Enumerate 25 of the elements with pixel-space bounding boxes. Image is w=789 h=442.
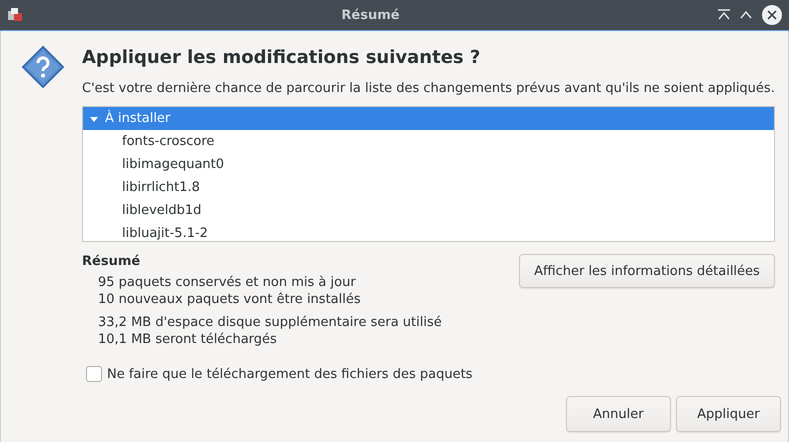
window-title: Résumé [340, 8, 401, 22]
checkbox[interactable] [86, 366, 102, 382]
dialog-button[interactable]: Annuler [566, 396, 671, 432]
package-item[interactable]: fonts-croscore [83, 130, 774, 153]
keep-above-icon[interactable] [717, 9, 731, 21]
dialog-description: C'est votre dernière chance de parcourir la liste des changements prévus avant qu'ils ne soient appliqués. [82, 81, 775, 96]
group-label: À installer [105, 111, 170, 126]
close-icon[interactable] [761, 4, 783, 26]
summary-line: 10,1 MB seront téléchargés [98, 331, 278, 348]
checkbox-label[interactable]: Ne faire que le téléchargement des fichiers des paquets [107, 366, 472, 382]
app-icon [6, 6, 24, 24]
package-item[interactable]: libimagequant0 [83, 153, 774, 176]
maximize-icon[interactable] [739, 10, 753, 20]
dialog-heading: Appliquer les modifications suivantes ? [82, 47, 482, 68]
package-item[interactable]: libleveldb1d [83, 199, 774, 222]
summary-line: 10 nouveaux paquets vont être installés [98, 291, 362, 308]
package-item[interactable]: libirrlicht1.8 [83, 176, 774, 199]
details-button[interactable]: Afficher les informations détaillées [519, 254, 775, 288]
summary-line: 95 paquets conservés et non mis à jour [98, 274, 357, 291]
question-icon [21, 45, 65, 91]
package-item[interactable]: libluajit-5.1-2 [83, 222, 774, 241]
summary-title: Résumé [82, 254, 142, 269]
dialog-button[interactable]: Appliquer [676, 396, 781, 432]
summary-line: 33,2 MB d'espace disque supplémentaire sera utilisé [98, 314, 443, 331]
tree-group-row[interactable]: À installer [83, 107, 774, 130]
